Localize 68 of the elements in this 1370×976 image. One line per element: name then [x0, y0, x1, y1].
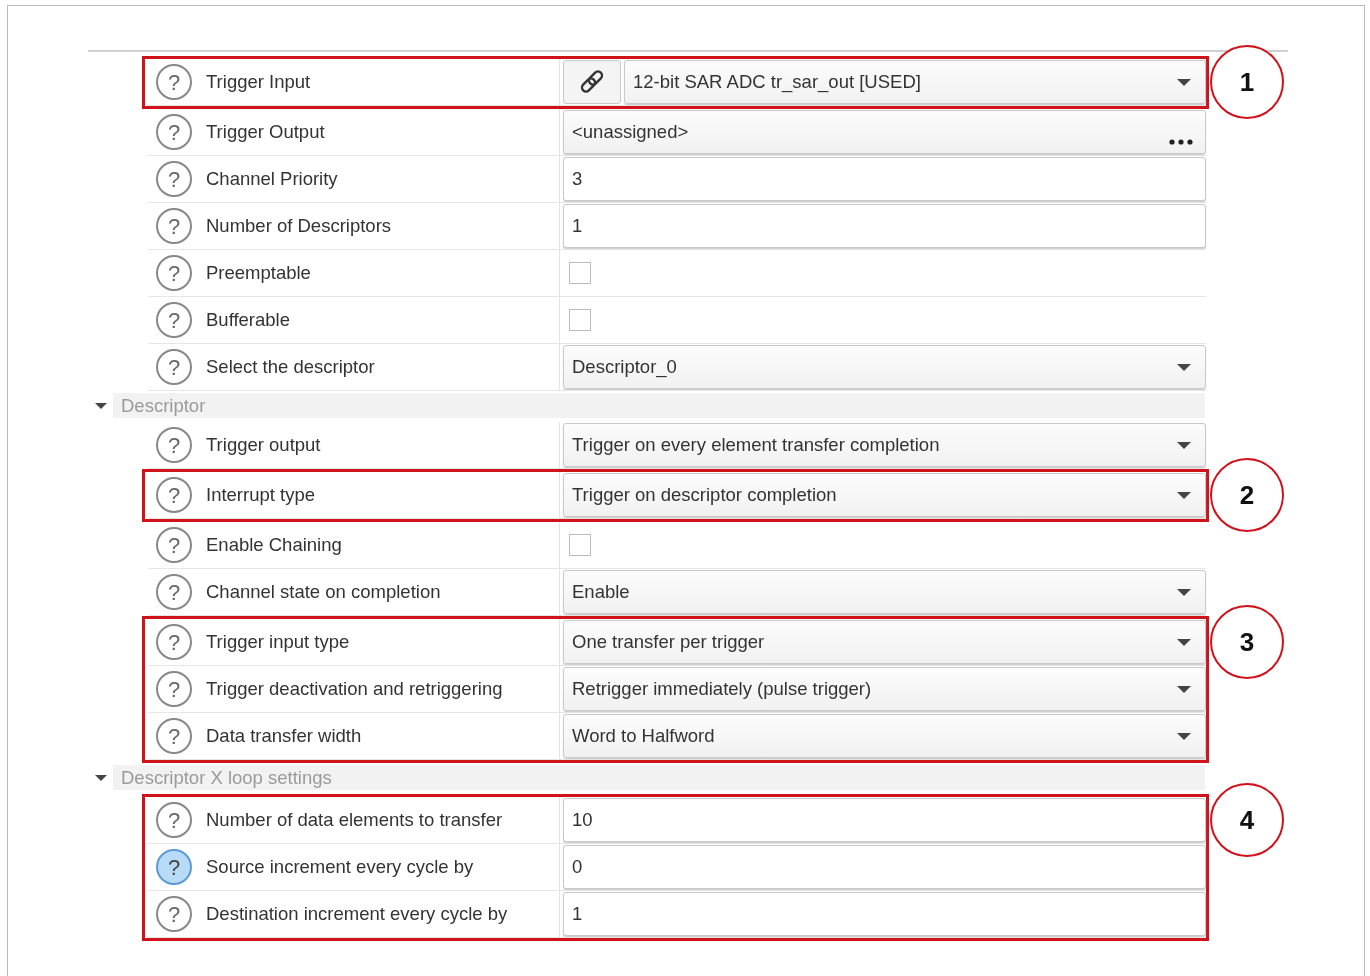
- caret-icon: [1177, 685, 1191, 693]
- property-label: Channel state on completion: [206, 580, 441, 605]
- dropdown[interactable]: Trigger on every element transfer completion: [563, 423, 1206, 467]
- help-icon[interactable]: ?: [156, 574, 192, 610]
- help-icon[interactable]: ?: [156, 624, 192, 660]
- more-icon[interactable]: [1169, 139, 1193, 145]
- dropdown[interactable]: Trigger on descriptor completion: [563, 473, 1206, 517]
- checkbox[interactable]: [569, 534, 591, 556]
- checkbox[interactable]: [569, 262, 591, 284]
- link-button[interactable]: [563, 60, 621, 104]
- input-field[interactable]: 0: [563, 845, 1206, 889]
- property-label: Number of Descriptors: [206, 214, 392, 239]
- link-icon: [578, 69, 606, 95]
- property-label: Trigger Input: [206, 70, 311, 95]
- dropdown[interactable]: One transfer per trigger: [563, 620, 1206, 664]
- help-icon[interactable]: ?: [156, 849, 192, 885]
- caret-icon: [1177, 732, 1191, 740]
- help-icon[interactable]: ?: [156, 302, 192, 338]
- property-label: Bufferable: [206, 308, 290, 333]
- collapse-icon[interactable]: [94, 402, 107, 409]
- help-icon[interactable]: ?: [156, 114, 192, 150]
- help-icon[interactable]: ?: [156, 64, 192, 100]
- callout-number: 2: [1210, 458, 1284, 532]
- help-icon[interactable]: ?: [156, 349, 192, 385]
- property-label: Trigger Output: [206, 120, 325, 145]
- caret-icon: [1177, 78, 1191, 86]
- help-icon[interactable]: ?: [156, 477, 192, 513]
- help-icon[interactable]: ?: [156, 255, 192, 291]
- dropdown[interactable]: Descriptor_0: [563, 345, 1206, 389]
- property-label: Destination increment every cycle by: [206, 902, 508, 927]
- property-label: Interrupt type: [206, 483, 315, 508]
- dropdown[interactable]: 12-bit SAR ADC tr_sar_out [USED]: [624, 60, 1206, 104]
- caret-icon: [1177, 491, 1191, 499]
- property-label: Data transfer width: [206, 724, 362, 749]
- collapse-icon[interactable]: [94, 774, 107, 781]
- callout-number: 4: [1210, 783, 1284, 857]
- caret-icon: [1177, 441, 1191, 449]
- input-field[interactable]: 1: [563, 892, 1206, 936]
- help-icon[interactable]: ?: [156, 427, 192, 463]
- help-icon[interactable]: ?: [156, 161, 192, 197]
- property-label: Enable Chaining: [206, 533, 342, 558]
- caret-icon: [1177, 363, 1191, 371]
- help-icon[interactable]: ?: [156, 718, 192, 754]
- dropdown[interactable]: Retrigger immediately (pulse trigger): [563, 667, 1206, 711]
- help-icon[interactable]: ?: [156, 208, 192, 244]
- input-field[interactable]: 3: [563, 157, 1206, 201]
- property-label: Channel Priority: [206, 167, 338, 192]
- property-label: Preemptable: [206, 261, 311, 286]
- callout-number: 1: [1210, 45, 1284, 119]
- input-field[interactable]: 10: [563, 798, 1206, 842]
- input-field[interactable]: 1: [563, 204, 1206, 248]
- dropdown[interactable]: Enable: [563, 570, 1206, 614]
- property-label: Source increment every cycle by: [206, 855, 474, 880]
- property-label: Number of data elements to transfer: [206, 808, 503, 833]
- browse-field[interactable]: <unassigned>: [563, 110, 1206, 154]
- property-label: Trigger deactivation and retriggering: [206, 677, 503, 702]
- help-icon[interactable]: ?: [156, 896, 192, 932]
- caret-icon: [1177, 588, 1191, 596]
- checkbox[interactable]: [569, 309, 591, 331]
- property-label: Select the descriptor: [206, 355, 375, 380]
- caret-icon: [1177, 638, 1191, 646]
- property-label: Trigger input type: [206, 630, 350, 655]
- help-icon[interactable]: ?: [156, 802, 192, 838]
- property-label: Trigger output: [206, 433, 321, 458]
- dropdown[interactable]: Word to Halfword: [563, 714, 1206, 758]
- callout-number: 3: [1210, 605, 1284, 679]
- help-icon[interactable]: ?: [156, 671, 192, 707]
- help-icon[interactable]: ?: [156, 527, 192, 563]
